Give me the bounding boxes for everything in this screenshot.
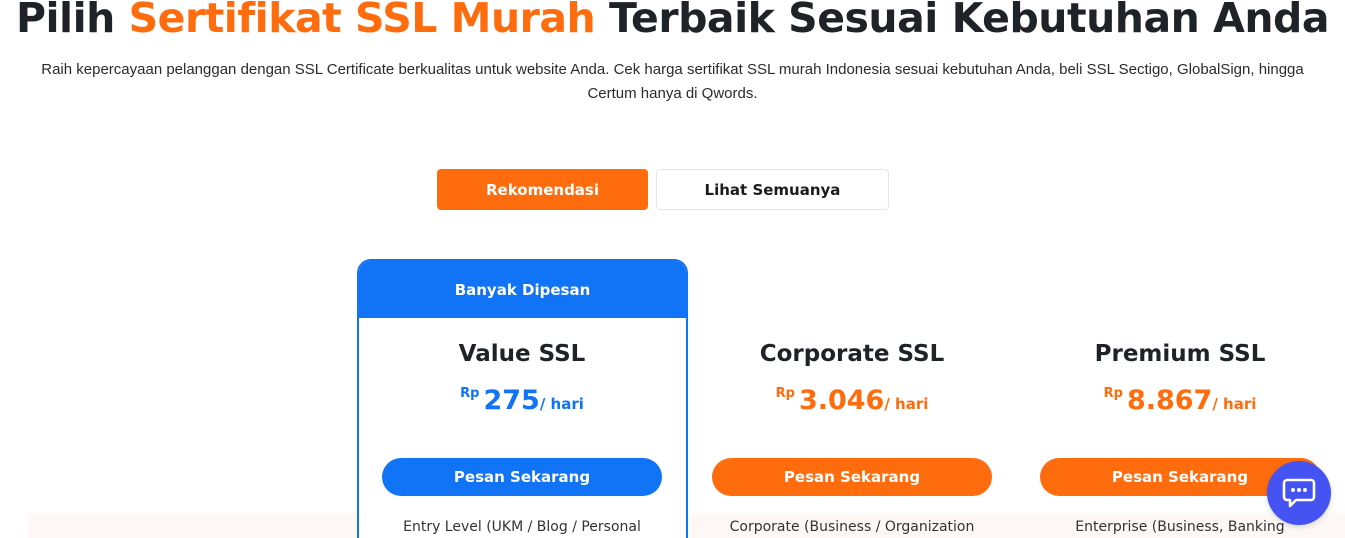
plan-price: Rp 3.046/ hari: [712, 385, 992, 416]
price-currency: Rp: [1103, 386, 1123, 401]
price-amount: 8.867: [1126, 385, 1213, 416]
price-period: / hari: [884, 395, 929, 413]
plan-price: Rp 8.867/ hari: [1040, 385, 1320, 416]
order-button[interactable]: Pesan Sekarang: [382, 458, 662, 496]
price-amount: 275: [483, 385, 540, 416]
title-accent: Sertifikat SSL Murah: [128, 0, 596, 42]
price-currency: Rp: [460, 386, 480, 401]
chat-bubble-icon: [1282, 478, 1316, 508]
ssl-pricing-section: Pilih Sertifikat SSL Murah Terbaik Sesua…: [0, 0, 1345, 538]
page-title: Pilih Sertifikat SSL Murah Terbaik Sesua…: [0, 0, 1345, 42]
plan-name: Premium SSL: [1094, 341, 1266, 367]
price-amount: 3.046: [798, 385, 885, 416]
popular-badge: Banyak Dipesan: [359, 261, 686, 318]
plan-name: Corporate SSL: [759, 341, 945, 367]
page-subtitle: Raih kepercayaan pelanggan dengan SSL Ce…: [41, 61, 1304, 102]
tab-rekomendasi[interactable]: Rekomendasi: [437, 169, 648, 210]
order-button[interactable]: Pesan Sekarang: [712, 458, 992, 496]
plan-description: Entry Level (UKM / Blog / Personal: [403, 519, 641, 535]
plan-description: Enterprise (Business, Banking: [1075, 519, 1285, 535]
tab-lihat-semuanya[interactable]: Lihat Semuanya: [656, 169, 889, 210]
plan-name: Value SSL: [458, 341, 586, 367]
title-part-2: Terbaik Sesuai Kebutuhan Anda: [609, 0, 1330, 42]
plan-price: Rp 275/ hari: [382, 385, 662, 416]
price-period: / hari: [539, 395, 584, 413]
plan-description: Corporate (Business / Organization: [729, 519, 975, 535]
price-currency: Rp: [775, 386, 795, 401]
title-part-1: Pilih: [15, 0, 115, 42]
price-period: / hari: [1212, 395, 1257, 413]
chat-button[interactable]: [1267, 461, 1331, 525]
